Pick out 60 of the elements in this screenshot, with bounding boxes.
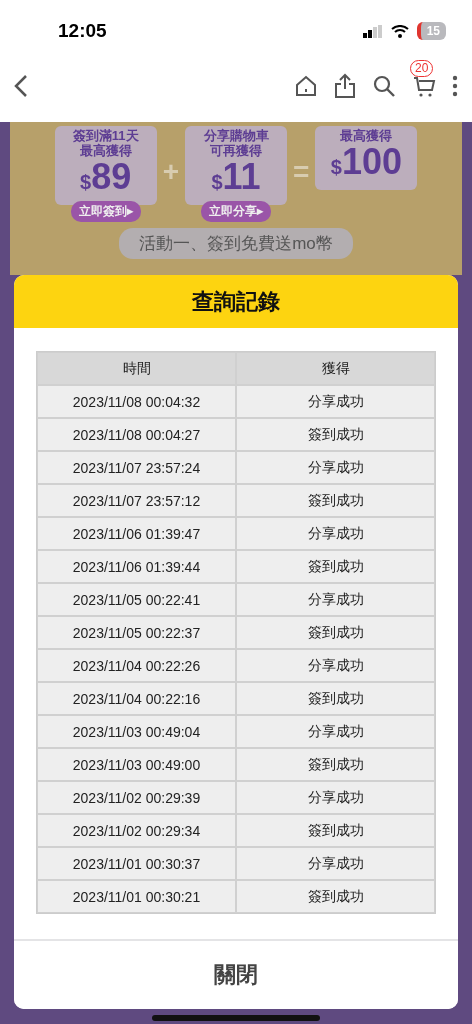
table-cell: 簽到成功 (236, 814, 435, 847)
reward-label: 可再獲得 (210, 143, 262, 158)
table-cell: 分享成功 (236, 583, 435, 616)
signal-icon (362, 24, 383, 38)
cart-icon[interactable] (412, 74, 436, 98)
reward-amount: $89 (80, 158, 132, 199)
search-icon[interactable] (372, 74, 396, 98)
column-header: 獲得 (236, 352, 435, 385)
table-cell: 2023/11/02 00:29:34 (37, 814, 236, 847)
wifi-icon (390, 24, 409, 38)
reward-amount: $100 (330, 143, 402, 184)
table-cell: 2023/11/01 00:30:37 (37, 847, 236, 880)
section-title: 活動一、簽到免費送mo幣 (119, 228, 353, 259)
table-cell: 2023/11/01 00:30:21 (37, 880, 236, 913)
table-cell: 2023/11/08 00:04:32 (37, 385, 236, 418)
reward-label: 簽到滿11天 (72, 128, 139, 143)
cart-count-badge: 20 (410, 60, 434, 77)
table-cell: 2023/11/05 00:22:41 (37, 583, 236, 616)
table-cell: 2023/11/02 00:29:39 (37, 781, 236, 814)
table-cell: 2023/11/03 00:49:04 (37, 715, 236, 748)
table-cell: 簽到成功 (236, 748, 435, 781)
table-cell: 分享成功 (236, 451, 435, 484)
equals-sign: = (293, 156, 310, 188)
table-cell: 簽到成功 (236, 880, 435, 913)
table-cell: 分享成功 (236, 847, 435, 880)
table-cell: 2023/11/07 23:57:24 (37, 451, 236, 484)
home-icon[interactable] (294, 74, 318, 98)
table-cell: 2023/11/06 01:39:47 (37, 517, 236, 550)
reward-label: 最高獲得 (340, 128, 393, 143)
column-header: 時間 (37, 352, 236, 385)
table-cell: 簽到成功 (236, 550, 435, 583)
table-cell: 分享成功 (236, 385, 435, 418)
close-button[interactable]: 關閉 (14, 939, 458, 1009)
reward-label: 分享購物車 (203, 128, 269, 143)
more-icon[interactable] (452, 75, 458, 97)
table-cell: 分享成功 (236, 781, 435, 814)
table-cell: 2023/11/04 00:22:16 (37, 682, 236, 715)
table-cell: 分享成功 (236, 649, 435, 682)
clock: 12:05 (58, 20, 107, 42)
battery-indicator: 15 (416, 22, 446, 40)
action-button[interactable]: 立即分享▸ (201, 201, 271, 222)
table-cell: 分享成功 (236, 517, 435, 550)
table-cell: 簽到成功 (236, 616, 435, 649)
table-cell: 簽到成功 (236, 682, 435, 715)
table-cell: 簽到成功 (236, 484, 435, 517)
share-icon[interactable] (334, 73, 356, 99)
reward-label: 最高獲得 (79, 143, 132, 158)
plus-sign: + (162, 156, 179, 188)
dialog-title: 查詢記錄 (192, 287, 280, 316)
table-cell: 分享成功 (236, 715, 435, 748)
action-button[interactable]: 立即簽到▸ (70, 201, 141, 222)
back-icon[interactable] (14, 74, 28, 98)
table-cell: 2023/11/05 00:22:37 (37, 616, 236, 649)
table-cell: 2023/11/06 01:39:44 (37, 550, 236, 583)
table-cell: 2023/11/03 00:49:00 (37, 748, 236, 781)
reward-amount: $11 (211, 158, 261, 199)
table-cell: 簽到成功 (236, 418, 435, 451)
table-cell: 2023/11/08 00:04:27 (37, 418, 236, 451)
table-cell: 2023/11/04 00:22:26 (37, 649, 236, 682)
table-cell: 2023/11/07 23:57:12 (37, 484, 236, 517)
